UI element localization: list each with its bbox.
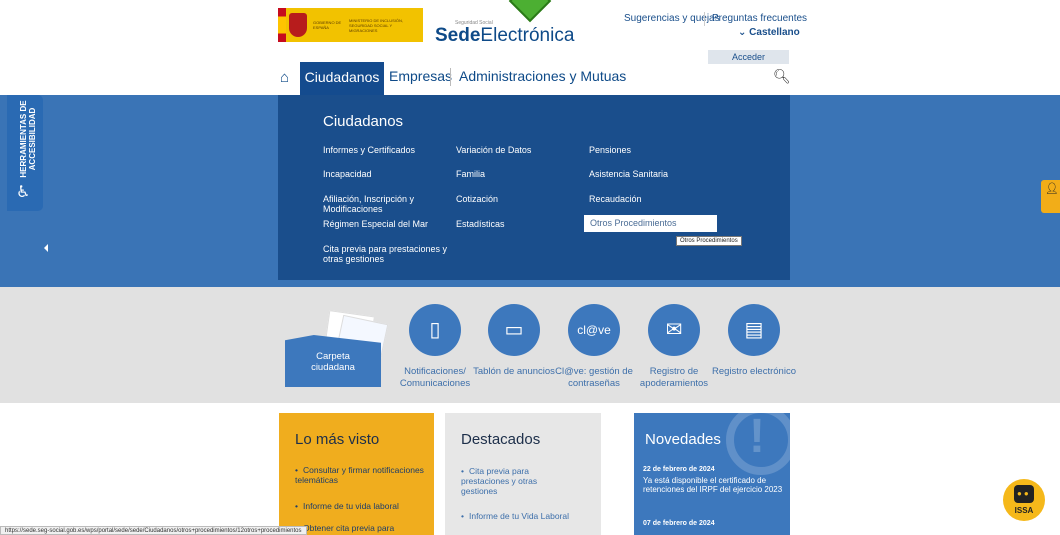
carpeta-ciudadana-link[interactable]: Carpeta ciudadana xyxy=(285,310,389,387)
suggestions-link[interactable]: Sugerencias y quejas xyxy=(624,13,720,24)
list-item[interactable]: Cita previa para prestaciones y otras ge… xyxy=(461,466,561,496)
chatbot-label: ISSA xyxy=(1014,506,1034,515)
coat-of-arms-icon xyxy=(289,13,307,37)
side-user-tab[interactable]: 👤︎ xyxy=(1041,180,1060,213)
faq-link[interactable]: Preguntas frecuentes xyxy=(712,13,807,24)
board-icon[interactable]: ▭ xyxy=(488,304,540,356)
carpeta-label: Carpeta ciudadana xyxy=(311,351,355,373)
gov-logo-text: GOBIERNO DE ESPAÑA xyxy=(313,20,342,30)
status-bar-url: https://sede.seg-social.gob.es/wps/porta… xyxy=(0,526,307,535)
list-item[interactable]: Consultar y firmar notificaciones telemá… xyxy=(295,465,425,485)
registro-electronico-link[interactable]: Registro electrónico xyxy=(704,366,804,378)
flag-icon xyxy=(278,8,286,42)
accessibility-label: HERRAMIENTAS DE ACCESIBILIDAD xyxy=(19,100,37,178)
menu-item-informes[interactable]: Informes y Certificados xyxy=(323,145,415,155)
clave-icon[interactable]: cl@ve xyxy=(568,304,620,356)
login-button[interactable]: Acceder xyxy=(708,50,789,64)
menu-item-pensiones[interactable]: Pensiones xyxy=(589,145,631,155)
language-selector[interactable]: ⌄ Castellano xyxy=(738,27,800,38)
menu-item-familia[interactable]: Familia xyxy=(456,169,485,179)
card-destacados: Destacados Cita previa para prestaciones… xyxy=(445,413,601,535)
tab-ciudadanos[interactable]: Ciudadanos xyxy=(300,62,384,95)
site-header: GOBIERNO DE ESPAÑA MINISTERIO DE INCLUSI… xyxy=(0,0,1060,95)
document-icon[interactable]: ▤ xyxy=(728,304,780,356)
list-item[interactable]: Informe de tu vida laboral xyxy=(295,501,425,511)
sede-logo[interactable]: SedeElectrónica xyxy=(435,25,574,47)
notification-icon[interactable]: ▯ xyxy=(409,304,461,356)
cursor-marker-icon xyxy=(508,0,552,23)
tooltip: Otros Procedimientos xyxy=(676,236,742,246)
accessibility-tools-tab[interactable]: HERRAMIENTAS DE ACCESIBILIDAD ♿︎ xyxy=(7,95,48,252)
menu-item-variacion[interactable]: Variación de Datos xyxy=(456,145,531,155)
news-date: 07 de febrero de 2024 xyxy=(643,520,715,527)
mega-menu-title: Ciudadanos xyxy=(323,113,404,130)
search-icon[interactable]: 🔍︎ xyxy=(773,68,791,85)
card-novedades: ! Novedades 22 de febrero de 2024 Ya est… xyxy=(634,413,790,535)
list-item[interactable]: Obtener cita previa para xyxy=(295,523,425,533)
tab-administraciones[interactable]: Administraciones y Mutuas xyxy=(459,68,626,84)
card-title: Destacados xyxy=(461,431,541,448)
card-lo-mas-visto: Lo más visto Consultar y firmar notifica… xyxy=(279,413,434,535)
list-item[interactable]: Informe de tu Vida Laboral xyxy=(461,511,591,521)
menu-item-incapacidad[interactable]: Incapacidad xyxy=(323,169,372,179)
card-title: Lo más visto xyxy=(295,431,380,448)
exclamation-icon: ! xyxy=(726,413,790,475)
user-icon: 👤︎ xyxy=(1045,183,1059,195)
menu-item-afiliacion[interactable]: Afiliación, Inscripción y Modificaciones xyxy=(323,194,433,214)
top-separator xyxy=(704,12,705,26)
menu-item-cita-previa[interactable]: Cita previa para prestaciones y otras ge… xyxy=(323,244,453,264)
ministry-logo-text: MINISTERIO DE INCLUSIÓN, SEGURIDAD SOCIA… xyxy=(349,17,404,33)
mega-menu: Ciudadanos Informes y Certificados Incap… xyxy=(278,95,790,280)
menu-item-otros-procedimientos[interactable]: Otros Procedimientos xyxy=(584,215,717,232)
news-item[interactable]: Ya está disponible el certificado de ret… xyxy=(643,476,783,494)
envelope-icon[interactable]: ✉︎ xyxy=(648,304,700,356)
home-icon[interactable]: ⌂ xyxy=(280,69,289,86)
robot-icon: ●● xyxy=(1014,485,1034,503)
news-date: 22 de febrero de 2024 xyxy=(643,466,715,473)
government-logo[interactable]: GOBIERNO DE ESPAÑA MINISTERIO DE INCLUSI… xyxy=(278,8,423,42)
tab-empresas[interactable]: Empresas xyxy=(389,68,452,84)
card-title: Novedades xyxy=(645,431,721,448)
menu-item-regimen-mar[interactable]: Régimen Especial del Mar xyxy=(323,219,428,229)
menu-item-recaudacion[interactable]: Recaudación xyxy=(589,194,642,204)
collapse-arrow-icon xyxy=(44,244,48,252)
menu-item-estadisticas[interactable]: Estadísticas xyxy=(456,219,505,229)
nav-separator xyxy=(450,68,451,86)
chatbot-button[interactable]: ●● ISSA xyxy=(1003,479,1045,521)
menu-item-asistencia[interactable]: Asistencia Sanitaria xyxy=(589,169,668,179)
menu-item-cotizacion[interactable]: Cotización xyxy=(456,194,498,204)
accessibility-icon: ♿︎ xyxy=(16,184,31,201)
